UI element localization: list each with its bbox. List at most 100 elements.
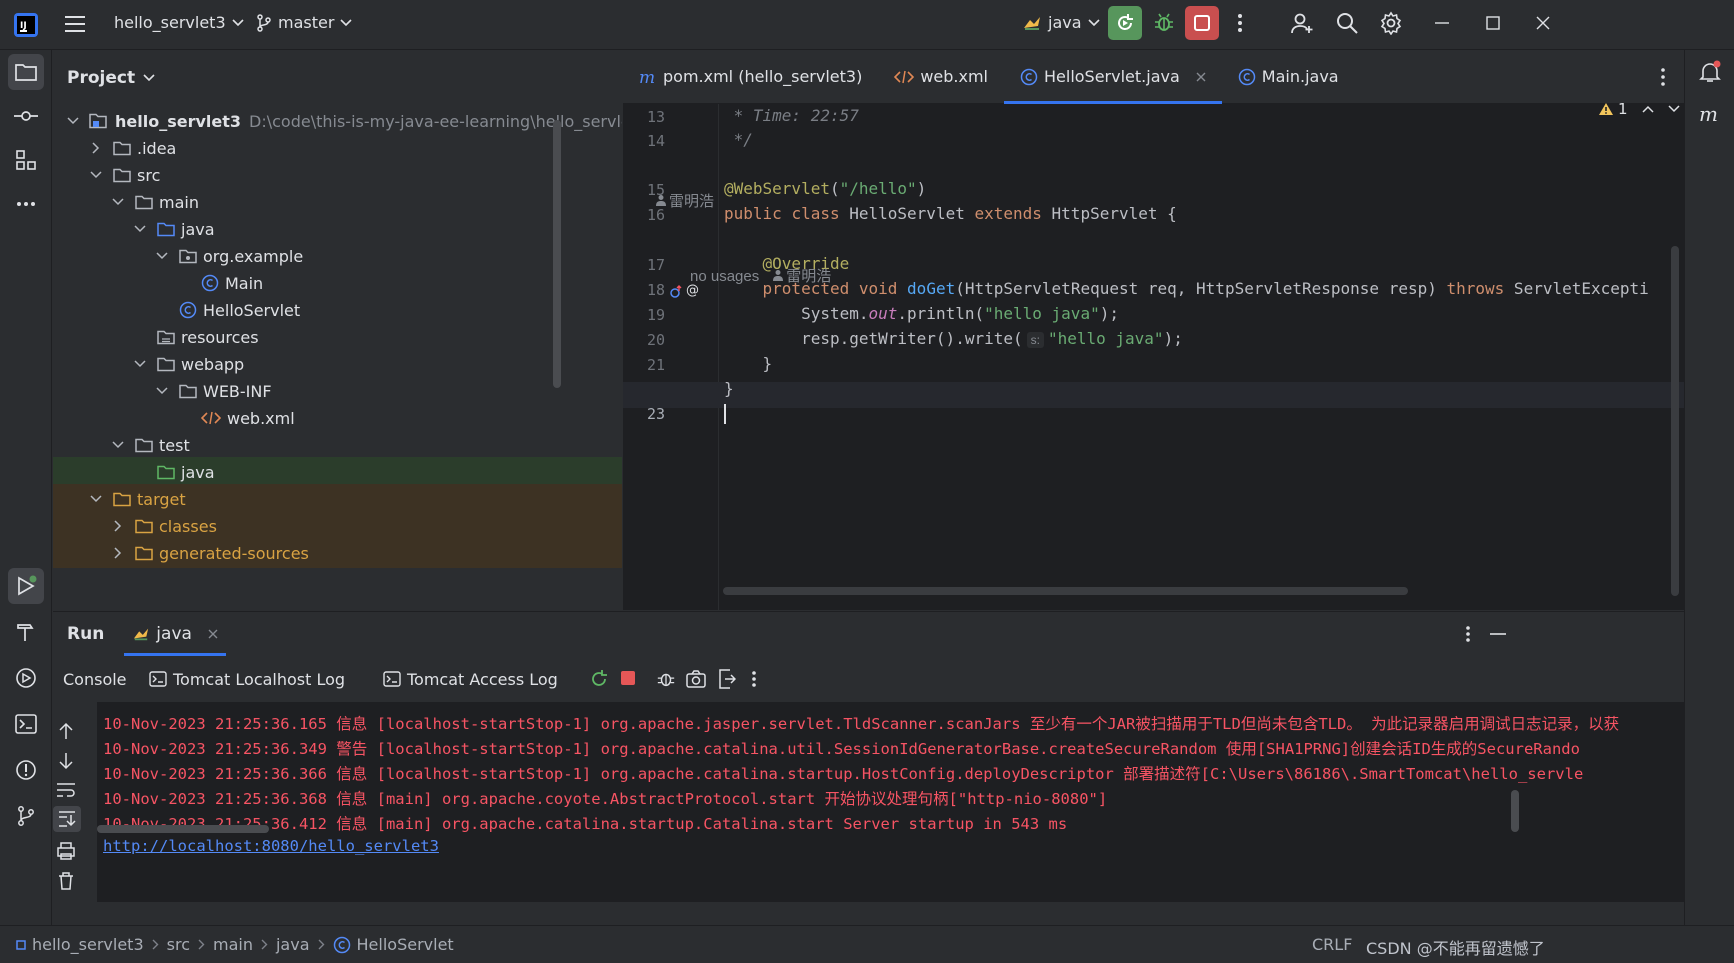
tree-item-org-example[interactable]: org.example — [53, 241, 622, 271]
tree-item-java[interactable]: java — [53, 457, 622, 487]
chevron-down-icon[interactable] — [111, 198, 125, 206]
subtab-console[interactable]: Console — [63, 656, 127, 702]
tree-item--idea[interactable]: .idea — [53, 133, 622, 163]
tree-item-test[interactable]: test — [53, 430, 622, 460]
console-horizontal-scrollbar[interactable] — [97, 825, 269, 833]
debug-bug-icon[interactable] — [656, 669, 676, 689]
terminal-tool-button[interactable] — [8, 706, 44, 742]
breadcrumb-item[interactable]: hello_servlet3 — [16, 935, 144, 954]
arrow-down-icon[interactable] — [59, 752, 73, 770]
run-config-selector[interactable]: java — [1022, 13, 1100, 32]
trash-icon[interactable] — [58, 872, 74, 890]
tab-helloservlet-java[interactable]: HelloServlet.java — [1004, 50, 1222, 104]
subtab-tomcat-access-log[interactable]: Tomcat Access Log — [383, 656, 558, 702]
tree-item-classes[interactable]: classes — [53, 511, 622, 541]
build-tool-button[interactable] — [8, 614, 44, 650]
camera-icon[interactable] — [686, 670, 706, 688]
run-tool-button[interactable] — [8, 568, 44, 604]
chevron-down-icon[interactable] — [133, 225, 147, 233]
warnings-indicator[interactable]: 1 — [1598, 100, 1680, 118]
console-output[interactable]: 10-Nov-2023 21:25:36.165 信息 [localhost-s… — [97, 702, 1684, 902]
chevron-down-icon[interactable] — [111, 441, 125, 449]
stop-button[interactable] — [1185, 6, 1219, 40]
tree-item-target[interactable]: target — [53, 484, 622, 514]
exit-icon[interactable] — [718, 669, 736, 689]
tree-item-main[interactable]: main — [53, 187, 622, 217]
chevron-right-icon[interactable] — [89, 142, 103, 154]
settings-gear-icon[interactable] — [1379, 11, 1403, 35]
notifications-button[interactable] — [1692, 54, 1728, 90]
more-vertical-icon[interactable] — [751, 670, 757, 688]
close-tab-icon[interactable] — [1196, 72, 1206, 82]
breadcrumb-item[interactable]: main — [213, 935, 253, 954]
git-tool-button[interactable] — [8, 798, 44, 834]
tree-item-generated-sources[interactable]: generated-sources — [53, 538, 622, 568]
tree-item-webapp[interactable]: webapp — [53, 349, 622, 379]
project-tool-button[interactable] — [8, 54, 44, 90]
tree-item-helloservlet[interactable]: HelloServlet — [53, 295, 622, 325]
project-panel-header[interactable]: Project — [53, 50, 622, 106]
override-method-icon[interactable] — [669, 285, 683, 299]
soft-wrap-icon[interactable] — [56, 782, 76, 798]
tree-item-resources[interactable]: resources — [53, 322, 622, 352]
server-url-link[interactable]: http://localhost:8080/hello_servlet3 — [103, 837, 439, 855]
problems-tool-button[interactable] — [8, 752, 44, 788]
more-vertical-icon[interactable] — [1236, 13, 1244, 33]
console-vertical-scrollbar[interactable] — [1511, 790, 1519, 832]
print-icon[interactable] — [57, 842, 75, 860]
editor-vertical-scrollbar[interactable] — [1671, 246, 1679, 596]
more-tools-button[interactable] — [8, 186, 44, 222]
debug-icon[interactable] — [1153, 12, 1175, 34]
minimize-icon[interactable] — [1435, 22, 1449, 24]
close-icon[interactable] — [1536, 16, 1550, 30]
rerun-button[interactable] — [1108, 6, 1142, 40]
structure-tool-button[interactable] — [8, 142, 44, 178]
arrow-up-icon[interactable] — [59, 722, 73, 740]
chevron-right-icon[interactable] — [111, 547, 125, 559]
services-tool-button[interactable] — [8, 660, 44, 696]
tab-pom-xml-hello-servlet3-[interactable]: m pom.xml (hello_servlet3) — [623, 50, 878, 104]
tree-item-web-inf[interactable]: WEB-INF — [53, 376, 622, 406]
search-icon[interactable] — [1335, 11, 1359, 35]
tree-item-src[interactable]: src — [53, 160, 622, 190]
branch-selector[interactable]: master — [256, 13, 352, 32]
tree-item-hello-servlet3[interactable]: hello_servlet3 D:\code\this-is-my-java-ee… — [53, 106, 622, 136]
tree-item-main[interactable]: Main — [53, 268, 622, 298]
chevron-right-icon[interactable] — [111, 520, 125, 532]
chevron-down-icon[interactable] — [155, 387, 169, 395]
chevron-down-icon[interactable] — [67, 117, 79, 125]
chevron-down-icon[interactable] — [89, 171, 103, 179]
intellij-logo-icon[interactable]: IJ — [14, 13, 38, 37]
project-scrollbar[interactable] — [553, 120, 561, 388]
run-tab-java[interactable]: java — [124, 612, 226, 656]
line-separator-indicator[interactable]: CRLF — [1312, 935, 1352, 954]
maven-tool-button[interactable]: m — [1692, 96, 1728, 132]
breadcrumb-item[interactable]: java — [276, 935, 310, 954]
commit-tool-button[interactable] — [8, 98, 44, 134]
chevron-down-icon[interactable] — [133, 360, 147, 368]
tab-main-java[interactable]: Main.java — [1222, 50, 1355, 104]
rerun-icon[interactable] — [589, 669, 609, 689]
tab-web-xml[interactable]: web.xml — [878, 50, 1004, 104]
chevron-up-icon[interactable] — [1642, 105, 1654, 113]
hamburger-menu-icon[interactable] — [64, 14, 86, 34]
breadcrumb-item[interactable]: HelloServlet — [333, 935, 454, 954]
breadcrumb-item[interactable]: src — [167, 935, 190, 954]
hide-panel-icon[interactable] — [1490, 633, 1506, 635]
tree-item-web-xml[interactable]: web.xml — [53, 403, 622, 433]
tree-item-java[interactable]: java — [53, 214, 622, 244]
close-tab-icon[interactable] — [208, 629, 218, 639]
run-panel-more-icon[interactable] — [1465, 625, 1471, 643]
stop-icon[interactable] — [620, 670, 636, 686]
editor-more-icon[interactable] — [1660, 67, 1666, 87]
subtab-tomcat-localhost-log[interactable]: Tomcat Localhost Log — [149, 656, 345, 702]
chevron-down-icon[interactable] — [155, 252, 169, 260]
maximize-icon[interactable] — [1486, 16, 1500, 30]
editor-horizontal-scrollbar[interactable] — [723, 587, 1408, 595]
scroll-to-end-button[interactable] — [53, 806, 81, 832]
project-selector[interactable]: hello_servlet3 — [114, 13, 244, 32]
author-inlay-hint[interactable]: no usages 雷明浩 — [690, 265, 831, 286]
chevron-down-icon[interactable] — [1668, 105, 1680, 113]
add-user-icon[interactable] — [1290, 11, 1314, 35]
author-inlay-hint[interactable]: 雷明浩 — [656, 190, 714, 211]
